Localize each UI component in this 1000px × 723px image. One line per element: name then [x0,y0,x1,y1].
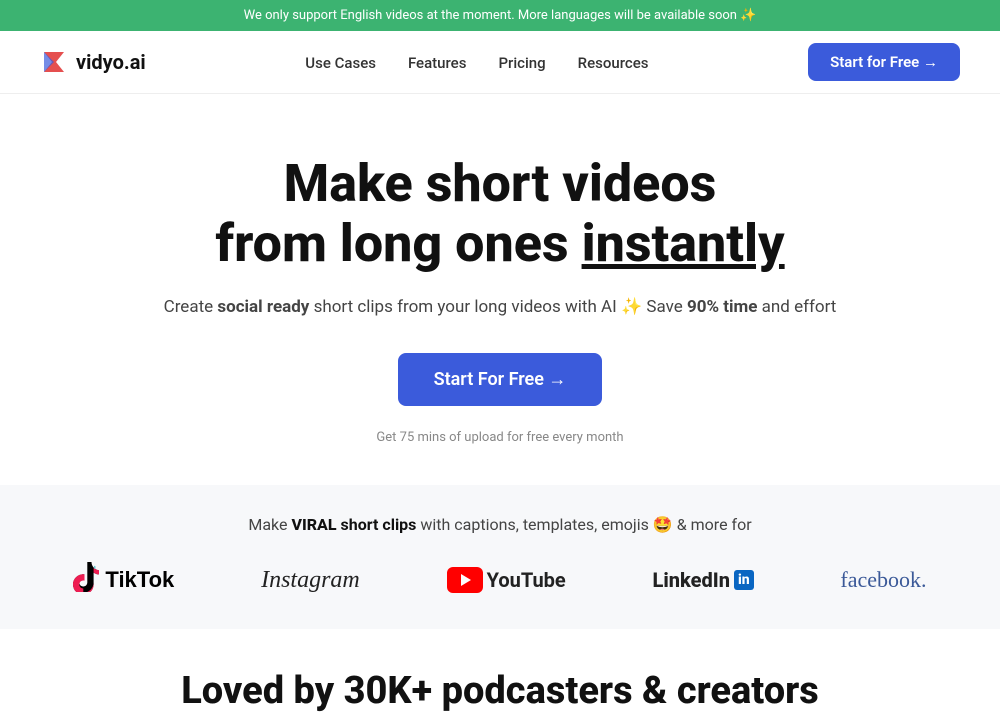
facebook-text: facebook. [840,567,926,593]
tiktok-logo: TikTok [73,562,174,599]
hero-headline: Make short videos from long ones instant… [40,154,960,274]
nav-item-features[interactable]: Features [408,53,466,72]
banner-sparkle: ✨ [740,8,756,23]
announcement-banner: We only support English videos at the mo… [0,0,1000,31]
logo[interactable]: vidyo.ai [40,48,146,76]
linkedin-logo: LinkedIn in [653,568,754,592]
hero-headline-underline: instantly [582,213,785,274]
tiktok-icon [73,562,99,599]
logo-icon [40,48,68,76]
main-nav: vidyo.ai Use Cases Features Pricing Reso… [0,31,1000,94]
nav-cta-button[interactable]: Start for Free → [808,43,960,81]
hero-cta-button[interactable]: Start For Free → [398,353,603,406]
youtube-text: YouTube [487,568,566,592]
nav-item-resources[interactable]: Resources [578,53,649,72]
nav-links: Use Cases Features Pricing Resources [305,53,648,72]
logo-text: vidyo.ai [76,50,146,74]
linkedin-in-icon: in [734,570,754,590]
youtube-play-icon [447,567,483,593]
facebook-logo: facebook. [840,567,926,593]
hero-subtext: Get 75 mins of upload for free every mon… [40,430,960,445]
linkedin-text: LinkedIn [653,568,730,592]
youtube-logo: YouTube [447,567,566,593]
loved-section: Loved by 30K+ podcasters & creators [0,629,1000,723]
loved-headline: Loved by 30K+ podcasters & creators [40,669,960,713]
hero-section: Make short videos from long ones instant… [0,94,1000,485]
platforms-section: Make VIRAL short clips with captions, te… [0,485,1000,629]
platforms-tagline: Make VIRAL short clips with captions, te… [40,515,960,534]
instagram-logo: Instagram [261,567,360,594]
banner-text: We only support English videos at the mo… [244,8,737,23]
nav-item-use-cases[interactable]: Use Cases [305,53,376,72]
hero-description: Create social ready short clips from you… [40,294,960,321]
nav-item-pricing[interactable]: Pricing [498,53,545,72]
platforms-row: TikTok Instagram YouTube LinkedIn in fac… [40,562,960,599]
